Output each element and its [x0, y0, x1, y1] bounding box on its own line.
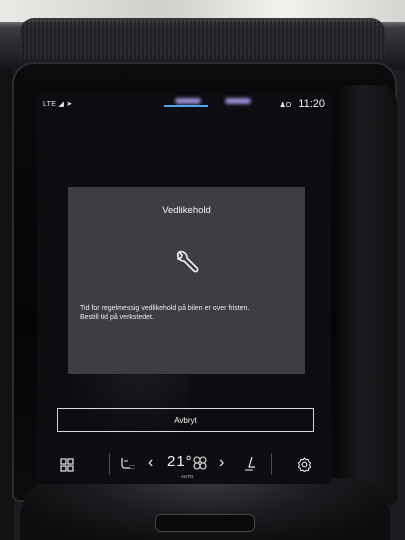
wrench-icon [176, 250, 199, 273]
clock: 11:20 [298, 98, 325, 110]
status-bar: LTE ◢ ➤ ♟O 11:20 [37, 94, 331, 116]
fan-icon[interactable] [193, 456, 207, 470]
bezel-reflection [337, 85, 397, 505]
person-icon: ♟ [279, 102, 286, 109]
temp-increase-button[interactable]: › [219, 454, 224, 472]
console-trim [20, 478, 390, 540]
divider [109, 453, 110, 475]
dialog-message: Tid for regelmessig vedlikehold på bilen… [80, 305, 300, 322]
speaker-grille [20, 18, 385, 58]
location-icon: ➤ [66, 101, 73, 108]
message-line: Bestill tid på verkstedet. [80, 313, 154, 321]
pull-down-indicator[interactable] [164, 105, 208, 107]
dashboard-top-frame [0, 0, 405, 70]
climate-mode: AUTO [181, 474, 194, 479]
divider [271, 453, 272, 475]
light-reflection [225, 98, 251, 104]
temperature-value[interactable]: 21° [167, 453, 193, 470]
network-status: LTE ◢ ➤ [43, 100, 73, 108]
status-right: ♟O 11:20 [280, 98, 325, 110]
settings-icon[interactable] [297, 457, 312, 472]
apps-icon[interactable] [60, 458, 74, 472]
dialog-title: Vedlikehold [162, 205, 211, 216]
maintenance-dialog: Vedlikehold Tid for regelmessig vedlikeh… [68, 187, 305, 374]
light-reflection [175, 98, 201, 104]
cancel-button[interactable]: Avbryt [57, 408, 314, 432]
seat-icon[interactable] [243, 456, 257, 472]
console-slot [155, 514, 255, 532]
alert-value: O [285, 102, 292, 109]
signal-icon: ◢ [58, 101, 65, 108]
seat-heat-icon[interactable] [119, 456, 135, 472]
infotainment-screen: LTE ◢ ➤ ♟O 11:20 Vedlikehold Tid for rege… [37, 94, 331, 484]
network-label: LTE [43, 101, 57, 108]
climate-bar: ‹ 21° AUTO › [37, 446, 331, 484]
temp-decrease-button[interactable]: ‹ [148, 454, 153, 472]
message-line: Tid for regelmessig vedlikehold på bilen… [80, 305, 250, 312]
